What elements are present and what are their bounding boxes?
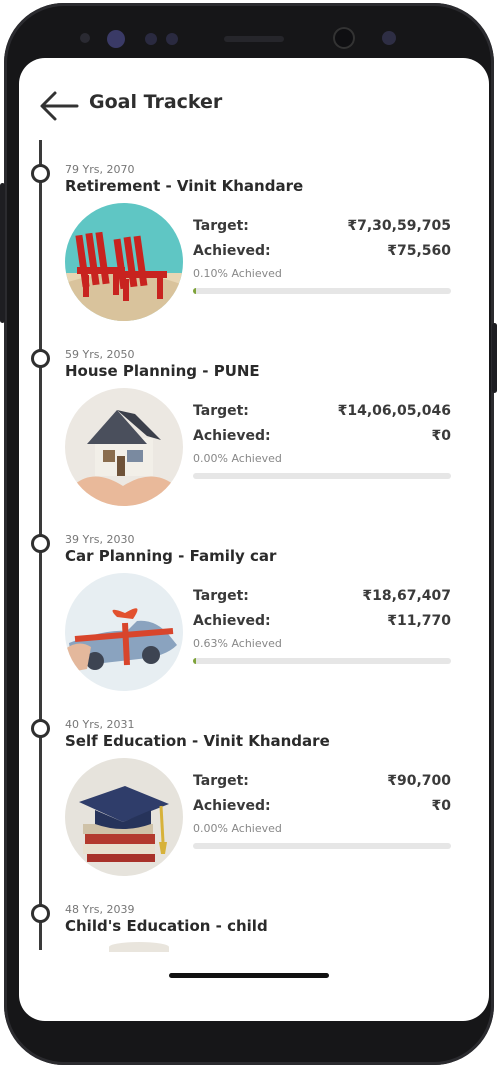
goal-name: Car Planning - Family car xyxy=(65,547,277,565)
progress-bar xyxy=(193,288,451,294)
goal-name: Child's Education - child xyxy=(65,917,268,935)
goal-card-house[interactable]: 59 Yrs, 2050 House Planning - PUNE Targe… xyxy=(19,348,489,523)
achieved-label: Achieved: xyxy=(193,798,271,814)
timeline-dot xyxy=(31,164,50,183)
graduation-cap-image xyxy=(65,758,183,876)
achieved-percent: 0.10% Achieved xyxy=(193,267,282,280)
target-label: Target: xyxy=(193,773,249,789)
power-button xyxy=(492,323,497,393)
front-camera-icon xyxy=(107,30,125,48)
achieved-value: ₹11,770 xyxy=(387,613,451,629)
target-value: ₹14,06,05,046 xyxy=(337,403,451,419)
goal-card-self-education[interactable]: 40 Yrs, 2031 Self Education - Vinit Khan… xyxy=(19,718,489,893)
target-label: Target: xyxy=(193,403,249,419)
goal-card-retirement[interactable]: 79 Yrs, 2070 Retirement - Vinit Khandare xyxy=(19,163,489,338)
app-screen: Goal Tracker 79 Yrs, 2070 Retirement - V… xyxy=(19,58,489,1021)
house-image xyxy=(65,388,183,506)
achieved-percent: 0.00% Achieved xyxy=(193,822,282,835)
goal-meta: 40 Yrs, 2031 xyxy=(65,718,135,731)
timeline-dot xyxy=(31,534,50,553)
goal-meta: 79 Yrs, 2070 xyxy=(65,163,135,176)
goal-name: Self Education - Vinit Khandare xyxy=(65,732,330,750)
achieved-value: ₹0 xyxy=(431,428,451,444)
timeline-dot xyxy=(31,349,50,368)
achieved-percent: 0.00% Achieved xyxy=(193,452,282,465)
achieved-percent: 0.63% Achieved xyxy=(193,637,282,650)
achieved-label: Achieved: xyxy=(193,613,271,629)
timeline-dot xyxy=(31,904,50,923)
volume-button xyxy=(0,183,5,323)
goal-name: House Planning - PUNE xyxy=(65,362,260,380)
goal-card-child-education[interactable]: 48 Yrs, 2039 Child's Education - child xyxy=(19,903,489,963)
progress-fill xyxy=(193,658,196,664)
arrow-left-icon xyxy=(40,91,79,121)
goal-meta: 39 Yrs, 2030 xyxy=(65,533,135,546)
goal-card-car[interactable]: 39 Yrs, 2030 Car Planning - Family car T… xyxy=(19,533,489,708)
target-label: Target: xyxy=(193,588,249,604)
target-value: ₹18,67,407 xyxy=(362,588,451,604)
goal-meta: 48 Yrs, 2039 xyxy=(65,903,135,916)
camera-lens-icon xyxy=(333,27,355,49)
home-indicator[interactable] xyxy=(169,973,329,978)
achieved-value: ₹0 xyxy=(431,798,451,814)
goal-name: Retirement - Vinit Khandare xyxy=(65,177,304,195)
earpiece-speaker xyxy=(224,36,284,42)
sensor-icon xyxy=(80,33,90,43)
sensor-icon xyxy=(166,33,178,45)
target-label: Target: xyxy=(193,218,249,234)
timeline-dot xyxy=(31,719,50,738)
target-value: ₹7,30,59,705 xyxy=(347,218,451,234)
progress-fill xyxy=(193,288,196,294)
sensor-icon xyxy=(145,33,157,45)
app-header: Goal Tracker xyxy=(19,58,489,138)
achieved-label: Achieved: xyxy=(193,243,271,259)
page-title: Goal Tracker xyxy=(89,91,223,113)
sensor-icon xyxy=(382,31,396,45)
gift-car-image xyxy=(65,573,183,691)
goal-image-partial xyxy=(109,942,169,952)
progress-bar xyxy=(193,473,451,479)
achieved-label: Achieved: xyxy=(193,428,271,444)
progress-bar xyxy=(193,843,451,849)
beach-chairs-image xyxy=(65,203,183,321)
achieved-value: ₹75,560 xyxy=(387,243,451,259)
phone-frame: Goal Tracker 79 Yrs, 2070 Retirement - V… xyxy=(0,3,497,1065)
goal-meta: 59 Yrs, 2050 xyxy=(65,348,135,361)
progress-bar xyxy=(193,658,451,664)
back-button[interactable] xyxy=(37,88,81,124)
target-value: ₹90,700 xyxy=(387,773,451,789)
